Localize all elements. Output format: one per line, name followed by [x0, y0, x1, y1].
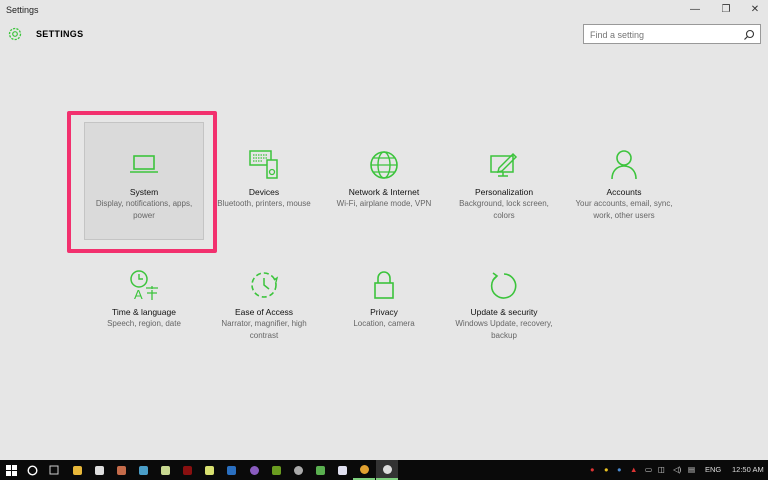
taskbar-app[interactable] — [110, 460, 132, 480]
tile-title: Network & Internet — [348, 187, 420, 197]
highlight-box — [67, 111, 217, 253]
app-icon — [116, 465, 126, 475]
cortana-button[interactable] — [21, 460, 43, 480]
tray-icon[interactable]: ● — [604, 465, 609, 474]
tile-update-security[interactable]: Update & security Windows Update, recove… — [444, 268, 564, 342]
tile-desc: Your accounts, email, sync, work, other … — [575, 199, 673, 220]
clock[interactable]: 12:50 AM — [732, 465, 764, 474]
restore-button[interactable]: ❐ — [714, 2, 738, 18]
taskbar-app[interactable] — [154, 460, 176, 480]
tile-desc: Bluetooth, printers, mouse — [217, 199, 311, 208]
gear-app-icon — [293, 465, 303, 475]
search-icon[interactable] — [743, 28, 755, 46]
close-button[interactable]: ✕ — [743, 2, 767, 18]
tile-title: Privacy — [370, 307, 398, 317]
title-bar: Settings — ❐ ✕ — [0, 0, 768, 20]
person-icon — [611, 150, 637, 180]
tile-accounts[interactable]: Accounts Your accounts, email, sync, wor… — [564, 148, 684, 222]
start-button[interactable] — [0, 460, 22, 480]
taskbar-app[interactable] — [132, 460, 154, 480]
chrome-icon — [359, 464, 369, 474]
taskbar-app-settings[interactable] — [376, 460, 398, 480]
app-icon — [249, 465, 259, 475]
gear-icon — [7, 26, 23, 47]
action-center-icon[interactable]: ▤ — [688, 465, 695, 474]
app-icon — [315, 465, 325, 475]
tray-icon[interactable]: ▲ — [630, 465, 637, 474]
tile-desc: Windows Update, recovery, backup — [455, 319, 553, 340]
tile-privacy[interactable]: Privacy Location, camera — [324, 268, 444, 330]
globe-icon — [370, 151, 398, 179]
taskbar-app[interactable] — [88, 460, 110, 480]
tile-desc: Wi-Fi, airplane mode, VPN — [336, 199, 432, 208]
tile-title: Personalization — [474, 187, 534, 197]
taskbar-app[interactable] — [243, 460, 265, 480]
search-box[interactable] — [583, 24, 761, 44]
tile-network[interactable]: Network & Internet Wi-Fi, airplane mode,… — [324, 148, 444, 210]
taskbar-app[interactable] — [176, 460, 198, 480]
file-explorer-icon — [72, 465, 82, 475]
devices-icon — [249, 150, 278, 179]
tile-ease-of-access[interactable]: Ease of Access Narrator, magnifier, high… — [204, 268, 324, 342]
taskbar-app[interactable] — [66, 460, 88, 480]
taskbar-app[interactable] — [198, 460, 220, 480]
tile-title: Accounts — [606, 187, 642, 197]
tile-time-language[interactable]: A Time & language Speech, region, date — [84, 268, 204, 330]
svg-text:A: A — [134, 287, 143, 302]
tile-title: Time & language — [112, 307, 176, 317]
tray-icon[interactable]: ● — [590, 465, 595, 474]
tile-desc: Background, lock screen, colors — [459, 199, 549, 220]
settings-gear-icon — [382, 464, 392, 474]
tile-title: Update & security — [470, 307, 538, 317]
search-input[interactable] — [584, 26, 734, 44]
time-language-icon: A — [130, 270, 158, 302]
tile-desc: Location, camera — [353, 319, 415, 328]
taskbar-app[interactable] — [331, 460, 353, 480]
lock-icon — [374, 271, 394, 299]
app-icon — [337, 465, 347, 475]
window-title: Settings — [6, 5, 39, 15]
taskbar-app[interactable] — [287, 460, 309, 480]
ease-of-access-icon — [251, 272, 279, 298]
windows-icon — [5, 464, 17, 476]
taskbar: ● ● ● ▲ ▭ ◫ ◁) ▤ ENG 12:50 AM — [0, 460, 768, 480]
app-icon — [160, 465, 170, 475]
notepad-icon — [204, 465, 214, 475]
tile-desc: Speech, region, date — [107, 319, 181, 328]
steam-icon[interactable]: ● — [617, 465, 622, 474]
tile-title: Ease of Access — [234, 307, 294, 317]
tile-personalization[interactable]: Personalization Background, lock screen,… — [444, 148, 564, 222]
taskbar-app[interactable] — [220, 460, 242, 480]
taskbar-app[interactable] — [309, 460, 331, 480]
taskbar-app[interactable] — [265, 460, 287, 480]
battery-icon[interactable]: ▭ — [645, 465, 652, 474]
nvidia-icon — [271, 465, 281, 475]
network-icon[interactable]: ◫ — [658, 465, 665, 474]
volume-icon[interactable]: ◁) — [673, 465, 681, 474]
app-icon — [138, 465, 148, 475]
app-icon — [182, 465, 192, 475]
tile-devices[interactable]: Devices Bluetooth, printers, mouse — [204, 148, 324, 210]
update-icon — [490, 272, 517, 299]
app-icon — [226, 465, 236, 475]
language-indicator[interactable]: ENG — [705, 465, 721, 474]
circle-icon — [26, 464, 38, 476]
tile-desc: Narrator, magnifier, high contrast — [221, 319, 307, 340]
tile-title: Devices — [248, 187, 280, 197]
task-view-icon — [49, 465, 59, 475]
minimize-button[interactable]: — — [683, 2, 707, 18]
task-view-button[interactable] — [43, 460, 65, 480]
page-title: SETTINGS — [36, 29, 84, 39]
paint-icon — [490, 152, 518, 177]
store-icon — [94, 465, 104, 475]
taskbar-app[interactable] — [353, 460, 375, 480]
